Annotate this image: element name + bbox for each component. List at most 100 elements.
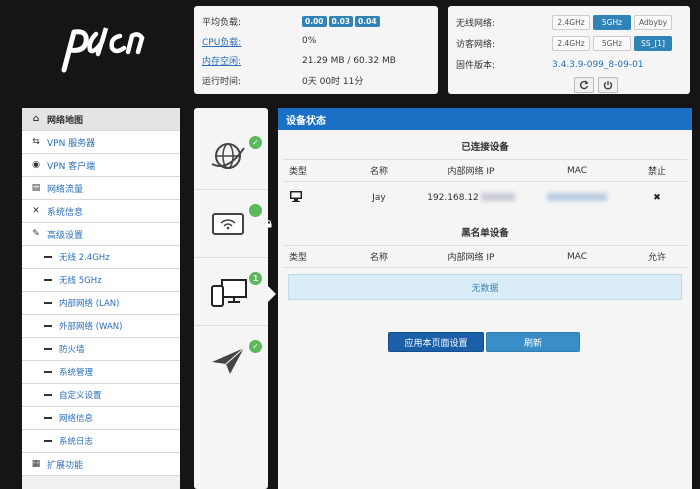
sidebar-item-label: 网络流量 <box>47 184 84 195</box>
sidebar-item-lan[interactable]: 内部网络 (LAN) <box>22 292 180 315</box>
load-label: 平均负载: <box>202 18 242 29</box>
sidebar-item-label: 防火墙 <box>59 345 85 355</box>
step-router[interactable] <box>194 190 272 258</box>
memory-link[interactable]: 内存空闲: <box>202 54 302 67</box>
status-check-icon: ✓ <box>249 340 262 353</box>
col-type: 类型 <box>283 159 343 182</box>
table-header: 类型 名称 内部网络 IP MAC 禁止 <box>283 159 687 182</box>
desktop-icon <box>290 191 302 202</box>
sidebar-item-vpn-client[interactable]: ◉ VPN 客户端 <box>22 154 180 177</box>
tablet-icon <box>212 213 244 235</box>
cpu-value: 0% <box>302 36 317 47</box>
sidebar-item-system-info[interactable]: ✕ 系统信息 <box>22 200 180 223</box>
dash-icon <box>44 279 52 281</box>
sidebar-item-traffic[interactable]: ▤ 网络流量 <box>22 177 180 200</box>
system-stats-panel: 平均负载: 0.00 0.03 0.04 CPU负载: 0% 内存空闲: 21.… <box>194 6 438 94</box>
device-ip: 192.168.12 <box>427 192 479 203</box>
uptime-row: 运行时间: 0天 00时 11分 <box>202 71 430 91</box>
device-ip-cell: 192.168.12 <box>415 182 527 214</box>
devices-icon <box>211 279 247 307</box>
sidebar-nav: ⌂ 网络地图 ⇆ VPN 服务器 ◉ VPN 客户端 ▤ 网络流量 ✕ 系统信息 ✎ 高级设… <box>22 108 180 489</box>
sidebar-item-custom[interactable]: 自定义设置 <box>22 384 180 407</box>
dash-icon <box>44 348 52 350</box>
sidebar-item-label: 高级设置 <box>47 230 84 241</box>
exchange-icon: ⇆ <box>32 137 40 147</box>
sidebar-item-label: 网络地图 <box>47 115 84 126</box>
system-action-buttons <box>510 77 682 93</box>
step-internet[interactable]: ✓ <box>194 122 268 190</box>
firmware-version-link[interactable]: 3.4.3.9-099_8-09-01 <box>552 60 644 70</box>
sidebar-item-label: 扩展功能 <box>47 460 84 471</box>
ss-button[interactable]: SS_[1] <box>634 36 672 51</box>
power-icon[interactable] <box>598 77 618 93</box>
wireless-5g-button[interactable]: 5GHz <box>593 15 631 30</box>
cpu-link[interactable]: CPU负载: <box>202 35 302 48</box>
blacklist-table: 类型 名称 内部网络 IP MAC 允许 <box>283 245 687 268</box>
table-row[interactable]: Jay 192.168.12 ✖ <box>283 182 687 214</box>
sidebar-item-label: VPN 客户端 <box>47 161 96 172</box>
sidebar-item-label: 网络信息 <box>59 414 94 424</box>
dash-icon <box>44 440 52 442</box>
guest-5g-button[interactable]: 5GHz <box>593 36 631 51</box>
col-type: 类型 <box>283 245 343 268</box>
shuffle-icon: ✕ <box>32 206 40 216</box>
dash-icon <box>44 325 52 327</box>
globe-icon: ◉ <box>32 160 40 170</box>
chart-icon: ▤ <box>31 183 41 193</box>
col-allow: 允许 <box>627 245 687 268</box>
sidebar-item-wireless-2g[interactable]: 无线 2.4GHz <box>22 246 180 269</box>
dash-icon <box>44 417 52 419</box>
sidebar-item-vpn-server[interactable]: ⇆ VPN 服务器 <box>22 131 180 154</box>
wireless-row: 无线网络: 2.4GHz 5GHz Adbyby <box>456 12 682 33</box>
sidebar-item-extensions[interactable]: ▦ 扩展功能 <box>22 453 180 476</box>
sidebar-item-advanced[interactable]: ✎ 高级设置 <box>22 223 180 246</box>
active-step-arrow <box>268 286 276 302</box>
uptime-value: 0天 00时 11分 <box>302 76 364 87</box>
redacted-mac <box>547 193 607 201</box>
cpu-row: CPU负载: 0% <box>202 32 430 52</box>
sidebar-item-label: 系统信息 <box>47 207 84 218</box>
sidebar-item-label: 系统日志 <box>59 437 94 447</box>
sidebar-item-network-info[interactable]: 网络信息 <box>22 407 180 430</box>
client-count-badge: 1 <box>249 272 262 285</box>
wrench-icon: ✎ <box>32 229 40 239</box>
dash-icon <box>44 394 52 396</box>
col-mac: MAC <box>527 245 627 268</box>
col-name: 名称 <box>343 159 415 182</box>
step-clients[interactable]: 1 <box>194 258 276 326</box>
connected-devices-table: 类型 名称 内部网络 IP MAC 禁止 Jay 192.168.12 ✖ <box>283 159 687 213</box>
dash-icon <box>44 302 52 304</box>
sidebar-item-network-map[interactable]: ⌂ 网络地图 <box>22 108 180 131</box>
sidebar-item-syslog[interactable]: 系统日志 <box>22 430 180 453</box>
firmware-row: 固件版本: 3.4.3.9-099_8-09-01 <box>456 54 682 75</box>
load-1min-badge: 0.00 <box>302 16 327 28</box>
adbyby-button[interactable]: Adbyby <box>634 15 673 30</box>
sidebar-item-firewall[interactable]: 防火墙 <box>22 338 180 361</box>
refresh-icon[interactable] <box>574 77 594 93</box>
wireless-label: 无线网络: <box>456 19 496 29</box>
paper-plane-icon <box>212 347 245 374</box>
wireless-2g-button[interactable]: 2.4GHz <box>552 15 590 30</box>
col-ip: 内部网络 IP <box>415 159 527 182</box>
sidebar-item-system-admin[interactable]: 系统管理 <box>22 361 180 384</box>
empty-state-message: 无数据 <box>288 274 682 300</box>
home-icon: ⌂ <box>32 114 40 124</box>
refresh-button[interactable]: 刷新 <box>486 332 580 352</box>
sidebar-item-wan[interactable]: 外部网络 (WAN) <box>22 315 180 338</box>
firmware-label: 固件版本: <box>456 61 496 71</box>
network-panel: 无线网络: 2.4GHz 5GHz Adbyby 访客网络: 2.4GHz 5G… <box>448 6 690 94</box>
step-proxy[interactable]: ✓ <box>194 326 268 394</box>
col-name: 名称 <box>343 245 415 268</box>
globe-icon <box>211 143 245 169</box>
device-status-panel: 设备状态 已连接设备 类型 名称 内部网络 IP MAC 禁止 Jay 192.… <box>278 108 692 489</box>
load-15min-badge: 0.04 <box>355 16 380 28</box>
guest-2g-button[interactable]: 2.4GHz <box>552 36 590 51</box>
sidebar-item-wireless-5g[interactable]: 无线 5GHz <box>22 269 180 292</box>
col-ip: 内部网络 IP <box>415 245 527 268</box>
device-name-cell: Jay <box>372 192 386 203</box>
blacklist-heading: 黑名单设备 <box>461 228 509 239</box>
apply-settings-button[interactable]: 应用本页面设置 <box>388 332 484 352</box>
sidebar-item-label: VPN 服务器 <box>47 138 96 149</box>
block-device-button[interactable]: ✖ <box>627 182 687 214</box>
device-type-cell <box>283 182 343 214</box>
